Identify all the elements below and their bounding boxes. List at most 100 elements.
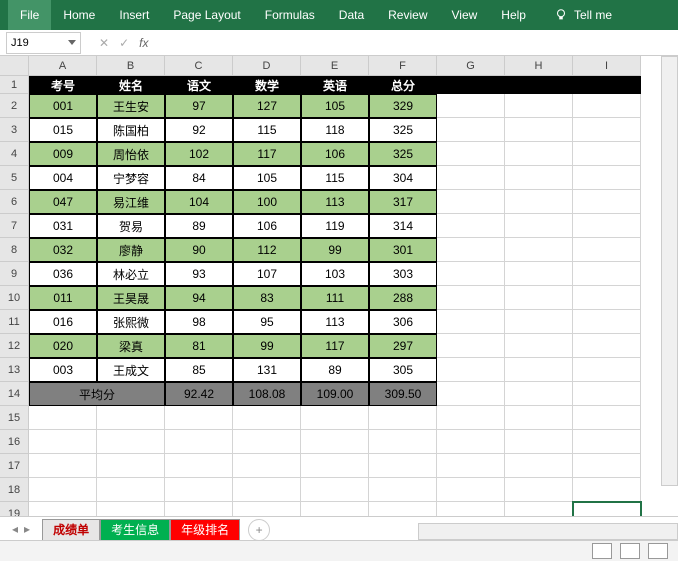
cell[interactable]: 92	[165, 118, 233, 142]
sheet-tab-1[interactable]: 考生信息	[100, 519, 170, 541]
cell[interactable]	[369, 406, 437, 430]
cell[interactable]: 329	[369, 94, 437, 118]
cell[interactable]	[29, 502, 97, 516]
cell[interactable]: 297	[369, 334, 437, 358]
cell[interactable]	[97, 502, 165, 516]
cell[interactable]: 平均分	[29, 382, 165, 406]
cell[interactable]: 031	[29, 214, 97, 238]
cell[interactable]	[301, 502, 369, 516]
cell[interactable]: 304	[369, 166, 437, 190]
cell[interactable]: 81	[165, 334, 233, 358]
cell[interactable]: 115	[301, 166, 369, 190]
cell[interactable]	[301, 454, 369, 478]
cell[interactable]	[301, 478, 369, 502]
ribbon-insert[interactable]: Insert	[107, 0, 161, 30]
cell[interactable]: 易江维	[97, 190, 165, 214]
cell[interactable]	[505, 454, 573, 478]
cell[interactable]: 周怡依	[97, 142, 165, 166]
cell[interactable]: 306	[369, 310, 437, 334]
cell[interactable]: 数学	[233, 76, 301, 94]
col-header-B[interactable]: B	[97, 56, 165, 76]
ribbon-review[interactable]: Review	[376, 0, 439, 30]
cell[interactable]	[369, 478, 437, 502]
scrollbar-vertical[interactable]	[661, 56, 678, 486]
row-header-12[interactable]: 12	[0, 334, 29, 358]
view-pagebreak-icon[interactable]	[648, 543, 668, 559]
cell[interactable]: 98	[165, 310, 233, 334]
cell[interactable]	[505, 286, 573, 310]
grid[interactable]: 考号姓名语文数学英语总分001王生安97127105329015陈国柏92115…	[29, 76, 641, 516]
cell[interactable]: 016	[29, 310, 97, 334]
cell[interactable]: 047	[29, 190, 97, 214]
cell[interactable]	[573, 406, 641, 430]
cell[interactable]	[573, 502, 641, 516]
row-header-10[interactable]: 10	[0, 286, 29, 310]
cell[interactable]	[369, 430, 437, 454]
cell[interactable]: 288	[369, 286, 437, 310]
cell[interactable]: 036	[29, 262, 97, 286]
cell[interactable]	[573, 382, 641, 406]
cell[interactable]: 105	[301, 94, 369, 118]
cell[interactable]	[97, 406, 165, 430]
ribbon-data[interactable]: Data	[327, 0, 376, 30]
cell[interactable]	[573, 238, 641, 262]
cell[interactable]: 011	[29, 286, 97, 310]
cell[interactable]	[437, 358, 505, 382]
cell[interactable]	[233, 430, 301, 454]
cell[interactable]	[505, 166, 573, 190]
cell[interactable]: 100	[233, 190, 301, 214]
cell[interactable]: 117	[233, 142, 301, 166]
cell[interactable]	[437, 262, 505, 286]
cell[interactable]	[505, 118, 573, 142]
cell[interactable]: 108.08	[233, 382, 301, 406]
cell[interactable]: 032	[29, 238, 97, 262]
col-header-F[interactable]: F	[369, 56, 437, 76]
cell[interactable]: 95	[233, 310, 301, 334]
cell[interactable]	[165, 454, 233, 478]
cell[interactable]	[233, 454, 301, 478]
fx-icon[interactable]: fx	[139, 36, 148, 50]
row-header-6[interactable]: 6	[0, 190, 29, 214]
cell[interactable]: 85	[165, 358, 233, 382]
tab-prev-icon[interactable]: ◂	[12, 522, 18, 536]
cell[interactable]: 113	[301, 190, 369, 214]
select-all-corner[interactable]	[0, 56, 29, 76]
cell[interactable]	[573, 430, 641, 454]
cell[interactable]: 009	[29, 142, 97, 166]
cell[interactable]: 112	[233, 238, 301, 262]
cell[interactable]	[505, 142, 573, 166]
cell[interactable]: 325	[369, 118, 437, 142]
col-header-C[interactable]: C	[165, 56, 233, 76]
cell[interactable]	[29, 430, 97, 454]
cell[interactable]	[505, 262, 573, 286]
cell[interactable]	[97, 478, 165, 502]
col-header-E[interactable]: E	[301, 56, 369, 76]
cell[interactable]	[437, 382, 505, 406]
cell[interactable]: 84	[165, 166, 233, 190]
cell[interactable]	[437, 334, 505, 358]
cell[interactable]: 林必立	[97, 262, 165, 286]
tell-me[interactable]: Tell me	[542, 0, 624, 30]
col-header-G[interactable]: G	[437, 56, 505, 76]
ribbon-formulas[interactable]: Formulas	[253, 0, 327, 30]
cell[interactable]	[165, 478, 233, 502]
cell[interactable]	[437, 286, 505, 310]
cell[interactable]: 115	[233, 118, 301, 142]
cell[interactable]	[29, 454, 97, 478]
cell[interactable]	[29, 406, 97, 430]
cell[interactable]	[505, 190, 573, 214]
cell[interactable]	[165, 502, 233, 516]
cell[interactable]	[573, 358, 641, 382]
cell[interactable]: 99	[301, 238, 369, 262]
cell[interactable]: 张熙微	[97, 310, 165, 334]
cell[interactable]: 王成文	[97, 358, 165, 382]
cell[interactable]	[505, 382, 573, 406]
cell[interactable]	[301, 406, 369, 430]
cancel-icon[interactable]: ✕	[99, 36, 109, 50]
cell[interactable]: 020	[29, 334, 97, 358]
ribbon-page-layout[interactable]: Page Layout	[161, 0, 252, 30]
row-header-11[interactable]: 11	[0, 310, 29, 334]
cell[interactable]	[573, 166, 641, 190]
cell[interactable]: 118	[301, 118, 369, 142]
cell[interactable]: 107	[233, 262, 301, 286]
